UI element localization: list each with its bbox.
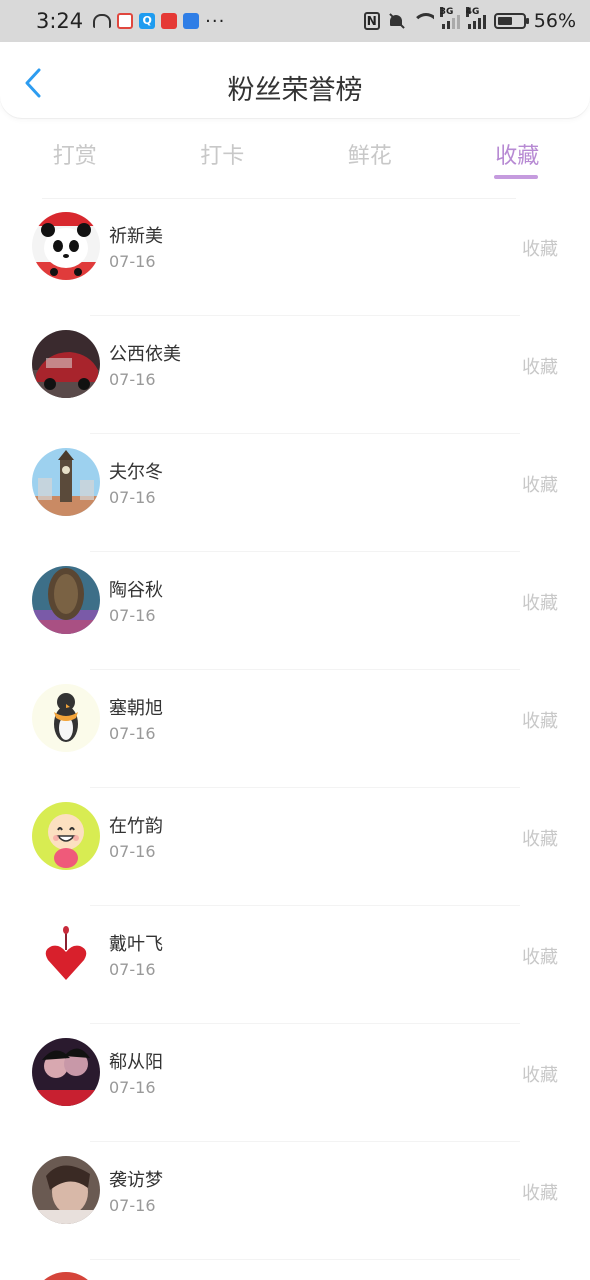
action-label: 收藏 [522, 711, 558, 732]
fan-date: 07-16 [109, 488, 156, 507]
list-item[interactable]: 戴叶飞 07-16 收藏 [0, 906, 590, 1024]
fan-name: 郗从阳 [109, 1052, 163, 1073]
fan-date: 07-16 [109, 1196, 156, 1215]
fan-name: 戴叶飞 [109, 934, 163, 955]
signal-3g-icon: 3G [439, 7, 460, 29]
more-notifications-icon: ··· [205, 10, 226, 32]
mute-bell-icon [388, 13, 404, 29]
battery-percent: 56% [533, 10, 576, 32]
fan-name: 祈新美 [109, 226, 163, 247]
partial-avatar [32, 1272, 100, 1280]
action-label: 收藏 [522, 1183, 558, 1204]
tab-bar: 打赏 打卡 鲜花 收藏 [0, 120, 590, 182]
fan-date: 07-16 [109, 724, 156, 743]
list-item[interactable]: 夫尔冬 07-16 收藏 [0, 434, 590, 552]
tab-favorites[interactable]: 收藏 [443, 120, 590, 182]
status-left: 3:24 Q ··· [36, 9, 225, 33]
action-label: 收藏 [522, 239, 558, 260]
list-item[interactable]: 公西依美 07-16 收藏 [0, 316, 590, 434]
tab-flowers[interactable]: 鲜花 [295, 120, 443, 182]
search-app-icon: Q [139, 13, 156, 29]
status-time: 3:24 [36, 9, 84, 33]
action-label: 收藏 [522, 593, 558, 614]
tab-label: 打卡 [200, 144, 245, 169]
tower-avatar [32, 448, 100, 516]
page-title: 粉丝荣誉榜 [227, 75, 363, 106]
fan-name: 陶谷秋 [109, 580, 163, 601]
heart-avatar [32, 920, 100, 988]
list-item[interactable]: 塞朝旭 07-16 收藏 [0, 670, 590, 788]
tree-avatar [32, 566, 100, 634]
nfc-icon: N [363, 12, 380, 30]
action-label: 收藏 [522, 829, 558, 850]
fan-date: 07-16 [109, 370, 156, 389]
calendar-icon [117, 13, 134, 29]
notes-app-icon [161, 13, 178, 29]
fan-name: 公西依美 [109, 344, 181, 365]
action-label: 收藏 [522, 475, 558, 496]
wifi-icon [411, 13, 434, 29]
tab-label: 鲜花 [347, 144, 392, 169]
tab-tips[interactable]: 打赏 [0, 120, 148, 182]
fan-name: 在竹韵 [109, 816, 163, 837]
cartoon-avatar [32, 802, 100, 870]
fan-name: 塞朝旭 [109, 698, 163, 719]
list-item[interactable]: 在竹韵 07-16 收藏 [0, 788, 590, 906]
status-bar: 3:24 Q ··· N 3G 4G 56% [0, 0, 590, 42]
penguin-avatar [32, 684, 100, 752]
panda-avatar [32, 212, 100, 280]
header-bar: 粉丝荣誉榜 [0, 42, 590, 118]
fan-list: 祈新美 07-16 收藏 公西依美 07-16 收藏 夫尔冬 07-16 收藏 … [0, 198, 590, 1260]
fan-date: 07-16 [109, 252, 156, 271]
tab-label: 打赏 [52, 144, 97, 169]
fan-date: 07-16 [109, 1078, 156, 1097]
action-label: 收藏 [522, 357, 558, 378]
car-avatar [32, 330, 100, 398]
fan-date: 07-16 [109, 606, 156, 625]
tab-checkin[interactable]: 打卡 [148, 120, 296, 182]
battery-icon [493, 13, 529, 29]
list-item[interactable]: 郗从阳 07-16 收藏 [0, 1024, 590, 1142]
action-label: 收藏 [522, 1065, 558, 1086]
list-item[interactable]: 祈新美 07-16 收藏 [0, 198, 590, 316]
action-label: 收藏 [522, 947, 558, 968]
fan-date: 07-16 [109, 842, 156, 861]
signal-4g-icon: 4G [465, 7, 486, 29]
couple-avatar [32, 1038, 100, 1106]
fan-name: 夫尔冬 [109, 462, 163, 483]
tab-label: 收藏 [495, 144, 540, 169]
status-right: N 3G 4G 56% [363, 7, 576, 32]
list-item[interactable]: 陶谷秋 07-16 收藏 [0, 552, 590, 670]
active-tab-indicator [494, 175, 539, 179]
fan-date: 07-16 [109, 960, 156, 979]
portrait-avatar [32, 1156, 100, 1224]
missed-call-icon [93, 14, 112, 28]
list-item[interactable]: 袭访梦 07-16 收藏 [0, 1142, 590, 1260]
cloud-icon [183, 13, 200, 29]
fan-name: 袭访梦 [109, 1170, 163, 1191]
